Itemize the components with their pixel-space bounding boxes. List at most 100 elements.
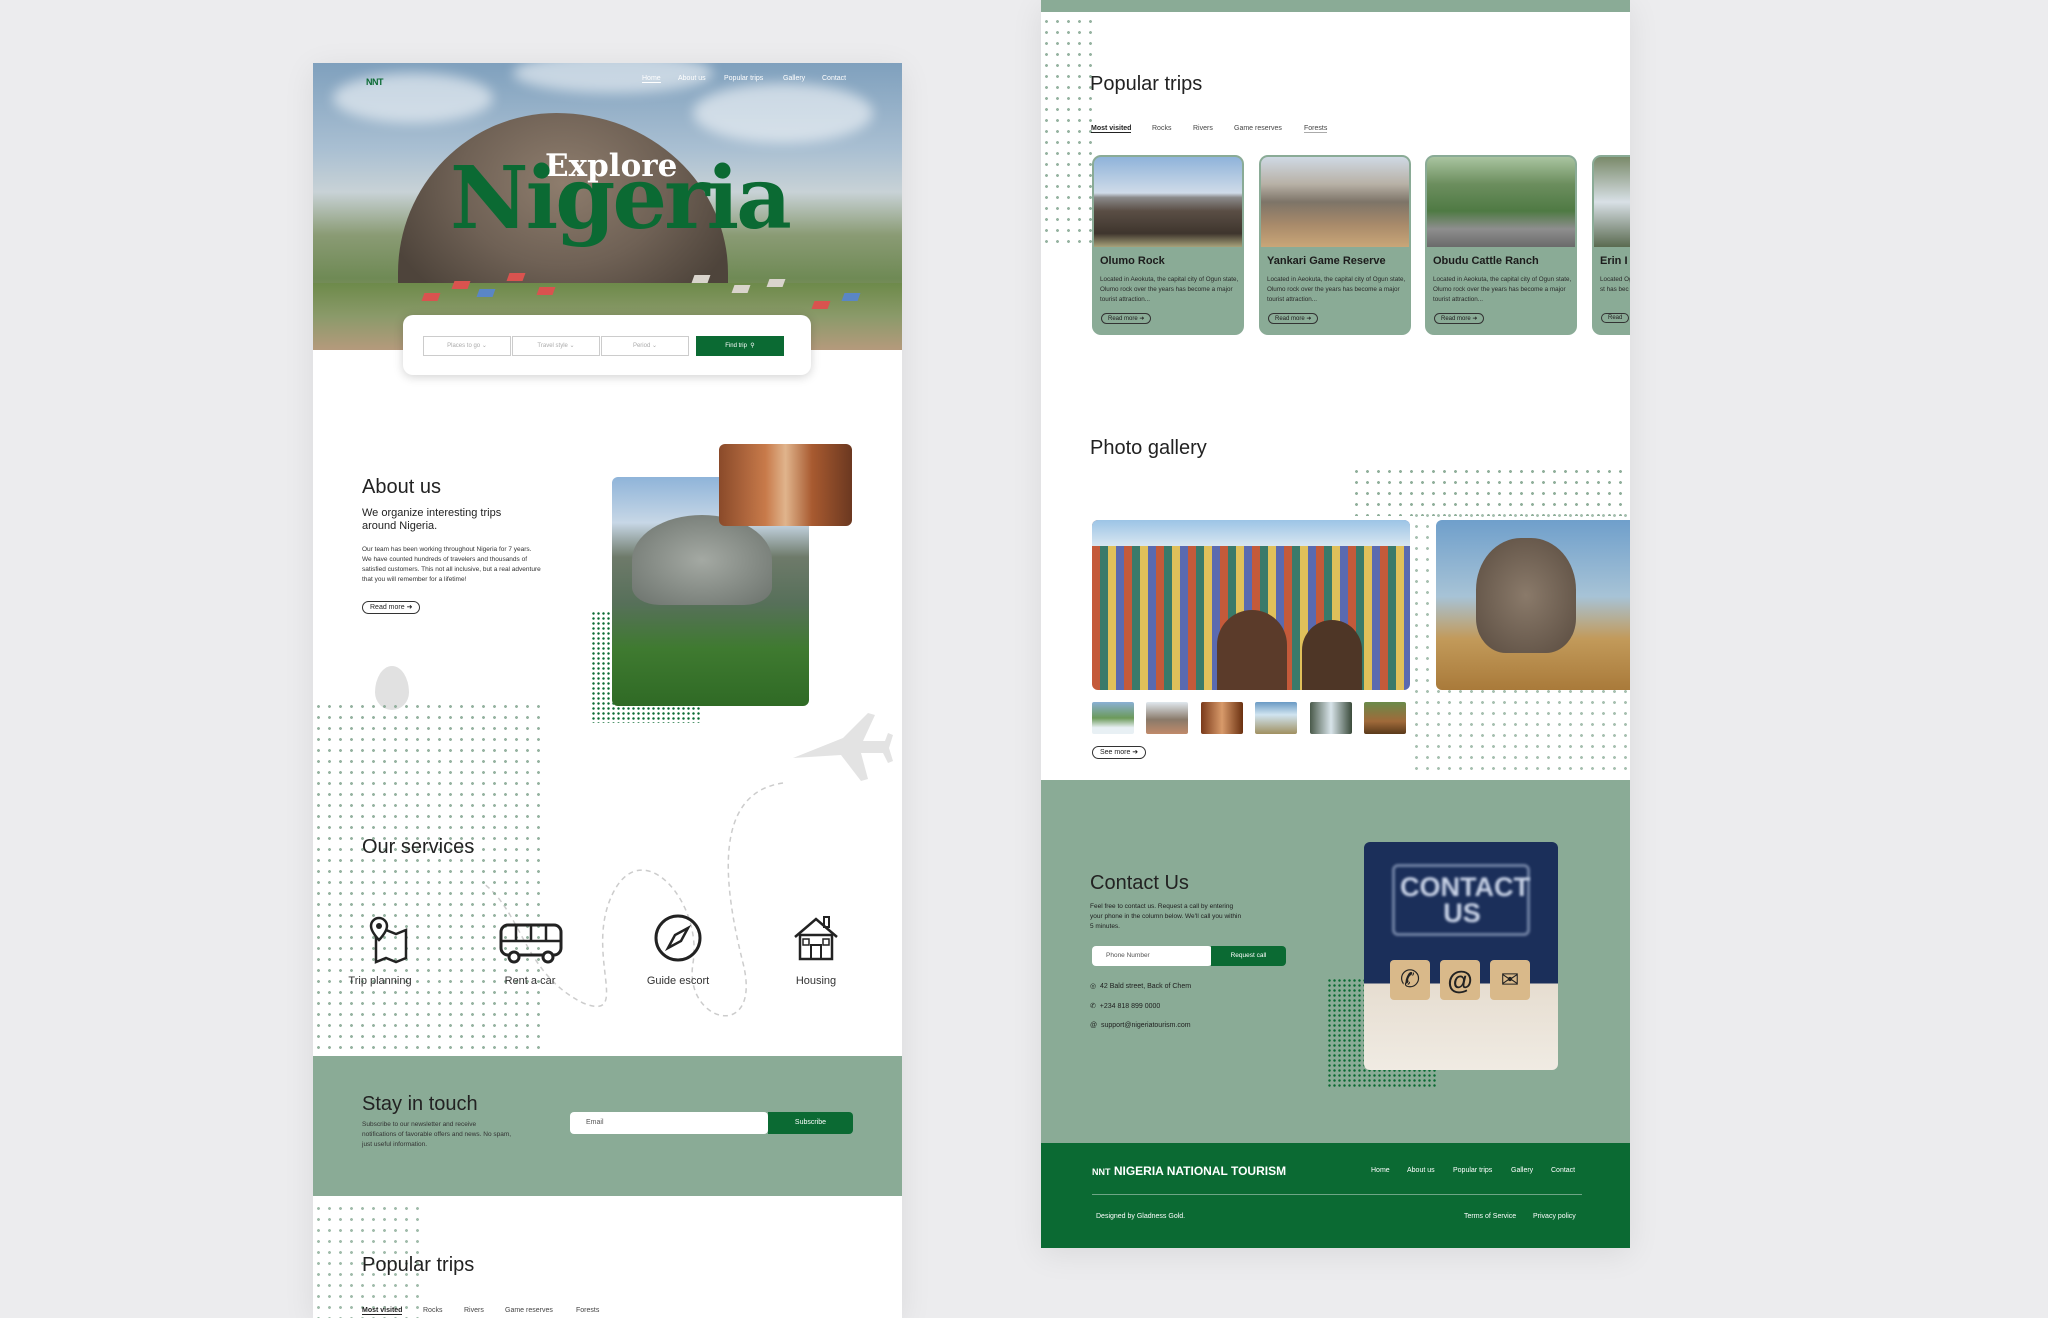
footer-link-home[interactable]: Home [1371, 1167, 1390, 1174]
gallery-thumb-2[interactable] [1146, 702, 1188, 734]
footer-brand[interactable]: NNT NIGERIA NATIONAL TOURISM [1092, 1164, 1286, 1178]
tab-rocks[interactable]: Rocks [423, 1307, 442, 1314]
contact-image: CONTACT US ✆ @ ✉ [1364, 842, 1558, 1070]
nav-popular-trips[interactable]: Popular trips [724, 75, 763, 82]
footer-link-popular[interactable]: Popular trips [1453, 1167, 1492, 1174]
obudu-image [1427, 157, 1575, 247]
trip-card-obudu[interactable]: Obudu Cattle Ranch Located in Aeokuta, t… [1425, 155, 1577, 335]
tab-most-visited[interactable]: Most visited [1091, 125, 1132, 133]
footer-credit: Designed by Gladness Gold. [1096, 1213, 1186, 1220]
contact-sign: CONTACT US [1400, 872, 1530, 928]
card-title: Obudu Cattle Ranch [1433, 255, 1539, 267]
find-trip-button[interactable]: Find trip ⚲ [696, 336, 784, 356]
service-trip-planning: Trip planning [348, 975, 412, 987]
contact-phone: ✆ +234 818 899 0000 [1090, 1003, 1161, 1010]
gallery-title: Photo gallery [1090, 437, 1207, 459]
tab-game-reserves[interactable]: Game reserves [505, 1307, 553, 1314]
travel-style-select[interactable]: Travel style ⌄ [512, 336, 600, 356]
tab-rivers[interactable]: Rivers [1193, 125, 1213, 132]
tab-game-reserves[interactable]: Game reserves [1234, 125, 1282, 132]
service-housing: Housing [795, 975, 837, 987]
phone-icon: ✆ [1090, 1003, 1096, 1010]
nav-about[interactable]: About us [678, 75, 706, 82]
hero-section: NNT Home About us Popular trips Gallery … [313, 63, 902, 350]
logo[interactable]: NNT [366, 77, 384, 87]
gallery-thumb-3[interactable] [1201, 702, 1243, 734]
footer-terms-link[interactable]: Terms of Service [1464, 1213, 1516, 1220]
gallery-elephant-photo[interactable] [1436, 520, 1630, 690]
phone-block-icon: ✆ [1390, 960, 1430, 1000]
left-popular-title: Popular trips [362, 1254, 475, 1276]
stay-body: Subscribe to our newsletter and receive … [362, 1121, 512, 1148]
footer [1041, 1143, 1630, 1248]
service-rent-a-car: Rent a car [504, 975, 556, 987]
card-read-more-button[interactable]: Read more ➜ [1268, 313, 1319, 324]
about-canyon-photo [719, 444, 852, 526]
search-card: Places to go ⌄ Travel style ⌄ Period ⌄ F… [403, 315, 811, 375]
gallery-thumb-6[interactable] [1364, 702, 1406, 734]
yankari-image [1261, 157, 1409, 247]
places-select[interactable]: Places to go ⌄ [423, 336, 511, 356]
card-read-more-button[interactable]: Read [1601, 313, 1630, 323]
erin-image [1594, 157, 1630, 247]
stay-title: Stay in touch [362, 1093, 478, 1115]
request-call-button[interactable]: Request call [1211, 946, 1286, 966]
nav-contact[interactable]: Contact [822, 75, 846, 82]
card-title: Erin I [1600, 255, 1628, 267]
about-read-more-button[interactable]: Read more ➜ [362, 601, 421, 614]
card-desc: Located in Aeokuta, the capital city of … [1100, 276, 1239, 303]
location-icon: ◎ [1090, 983, 1097, 990]
about-body: Our team has been working throughout Nig… [362, 546, 541, 583]
footer-link-contact[interactable]: Contact [1551, 1167, 1575, 1174]
about-title: About us [362, 476, 441, 498]
phone-input[interactable]: Phone Number [1092, 946, 1212, 966]
contact-address: ◎ 42 Bald street, Back of Chem [1090, 983, 1192, 990]
map-pin-icon [369, 916, 408, 964]
gallery-main-photo[interactable] [1092, 520, 1410, 690]
gallery-thumb-1[interactable] [1092, 702, 1134, 734]
olumo-rock-image [1094, 157, 1242, 247]
card-read-more-button[interactable]: Read more ➜ [1101, 313, 1152, 324]
house-icon [794, 916, 838, 961]
footer-link-about[interactable]: About us [1407, 1167, 1435, 1174]
nav-home[interactable]: Home [642, 75, 661, 83]
subscribe-button[interactable]: Subscribe [768, 1112, 853, 1134]
contact-title: Contact Us [1090, 872, 1189, 894]
gallery-thumb-4[interactable] [1255, 702, 1297, 734]
contact-body: Feel free to contact us. Request a call … [1090, 903, 1242, 930]
card-desc: Located Ogun st has bec [1600, 276, 1630, 293]
trip-card-erin[interactable]: Erin I Located Ogun st has bec Read [1592, 155, 1630, 335]
envelope-block-icon: ✉ [1490, 960, 1530, 1000]
trip-card-yankari[interactable]: Yankari Game Reserve Located in Aeokuta,… [1259, 155, 1411, 335]
email-input[interactable]: Email [570, 1112, 768, 1134]
tab-forests[interactable]: Forests [576, 1307, 599, 1314]
about-subtitle: We organize interesting trips around Nig… [362, 507, 502, 532]
gallery-see-more-button[interactable]: See more ➜ [1092, 746, 1147, 759]
card-title: Olumo Rock [1100, 255, 1165, 267]
landing-page-bottom: Popular trips Most visited Rocks Rivers … [1041, 0, 1630, 1248]
footer-logo: NNT [1092, 1167, 1111, 1177]
footer-privacy-link[interactable]: Privacy policy [1533, 1213, 1576, 1220]
tab-most-visited[interactable]: Most visited [362, 1307, 403, 1315]
gallery-thumb-5[interactable] [1310, 702, 1352, 734]
popular-trips-title: Popular trips [1090, 73, 1203, 95]
services-title: Our services [362, 836, 475, 858]
landing-page-top: NNT Home About us Popular trips Gallery … [313, 63, 902, 1318]
contact-email: @ support@nigeriatourism.com [1090, 1022, 1191, 1029]
nav-gallery[interactable]: Gallery [783, 75, 805, 82]
service-guide-escort: Guide escort [646, 975, 710, 987]
tab-forests[interactable]: Forests [1304, 125, 1328, 133]
compass-icon [654, 914, 702, 962]
tab-rivers[interactable]: Rivers [464, 1307, 484, 1314]
trip-card-olumo[interactable]: Olumo Rock Located in Aeokuta, the capit… [1092, 155, 1244, 335]
card-desc: Located in Aeokuta, the capital city of … [1267, 276, 1406, 303]
hero-title-nigeria: Nigeria [450, 148, 792, 249]
tab-rocks[interactable]: Rocks [1152, 125, 1171, 132]
bus-icon [499, 923, 563, 964]
at-icon: @ [1090, 1022, 1098, 1029]
card-title: Yankari Game Reserve [1267, 255, 1386, 267]
footer-link-gallery[interactable]: Gallery [1511, 1167, 1533, 1174]
card-desc: Located in Aeokuta, the capital city of … [1433, 276, 1572, 303]
period-select[interactable]: Period ⌄ [601, 336, 689, 356]
card-read-more-button[interactable]: Read more ➜ [1434, 313, 1485, 324]
